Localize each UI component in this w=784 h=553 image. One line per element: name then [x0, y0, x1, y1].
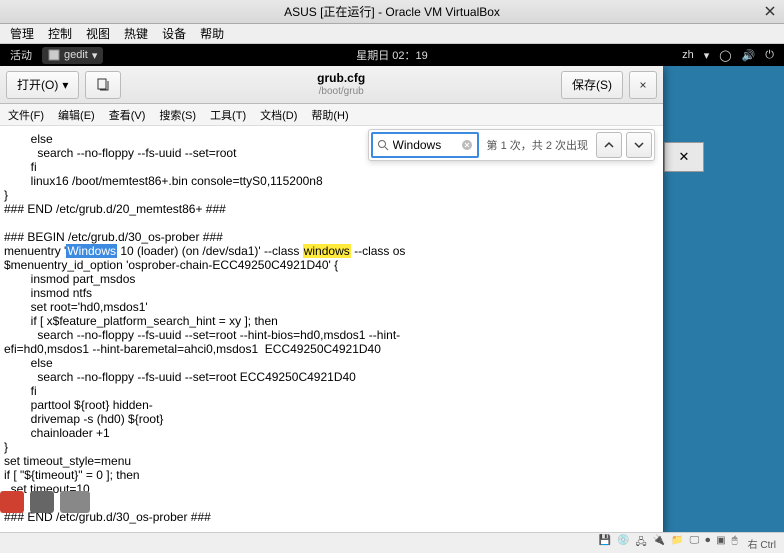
- background-window-close[interactable]: ✕: [664, 142, 704, 172]
- chevron-down-icon: ▾: [92, 49, 98, 62]
- menu-view[interactable]: 查看(V): [109, 107, 146, 123]
- chevron-down-icon: [634, 140, 644, 150]
- menu-tools[interactable]: 工具(T): [210, 107, 246, 123]
- network-icon[interactable]: 🖧: [636, 535, 647, 552]
- header-title-box: grub.cfg /boot/grub: [127, 71, 555, 97]
- search-bar: 第 1 次，共 2 次出现: [368, 129, 655, 161]
- chevron-down-icon: ▾: [62, 78, 68, 92]
- search-match: windows: [303, 244, 351, 258]
- search-input[interactable]: [393, 138, 457, 152]
- activities-button[interactable]: 活动: [10, 47, 32, 63]
- dash: [0, 487, 90, 513]
- gnome-topbar: 活动 gedit ▾ 星期日 02：19 zh ▾ ◯ 🔊 ⏻: [0, 44, 784, 66]
- dash-app-1[interactable]: [0, 491, 24, 513]
- vbox-status-icons: 💾 💿 🖧 🔌 📁 🖵 ⏺ ▣ 🖱: [599, 535, 738, 552]
- search-result-count: 第 1 次，共 2 次出现: [487, 137, 588, 153]
- gedit-menubar: 文件(F) 编辑(E) 查看(V) 搜索(S) 工具(T) 文档(D) 帮助(H…: [0, 104, 663, 126]
- document-title: grub.cfg: [127, 71, 555, 85]
- vbox-menu-view[interactable]: 视图: [86, 25, 110, 42]
- app-name: gedit: [64, 49, 88, 61]
- vbox-statusbar: 💾 💿 🖧 🔌 📁 🖵 ⏺ ▣ 🖱 右 Ctrl: [0, 532, 784, 553]
- vbox-menu-manage[interactable]: 管理: [10, 25, 34, 42]
- shared-folder-icon[interactable]: 📁: [671, 535, 683, 552]
- dash-app-2[interactable]: [30, 491, 54, 513]
- open-button[interactable]: 打开(O) ▾: [6, 71, 79, 99]
- dash-app-3[interactable]: [60, 491, 90, 513]
- current-app-indicator[interactable]: gedit ▾: [42, 47, 103, 64]
- clock[interactable]: 星期日 02：19: [356, 47, 428, 63]
- search-icon: [377, 139, 389, 151]
- volume-icon[interactable]: 🔊: [742, 49, 756, 62]
- gedit-headerbar: 打开(O) ▾ grub.cfg /boot/grub 保存(S): [0, 66, 663, 104]
- menu-search[interactable]: 搜索(S): [159, 107, 196, 123]
- close-icon: [640, 80, 646, 90]
- search-match-selected: Windows: [66, 244, 117, 258]
- search-next-button[interactable]: [626, 132, 652, 158]
- search-prev-button[interactable]: [596, 132, 622, 158]
- menu-file[interactable]: 文件(F): [8, 107, 44, 123]
- gedit-app-icon: [48, 49, 60, 61]
- menu-edit[interactable]: 编辑(E): [58, 107, 95, 123]
- vbox-menu-help[interactable]: 帮助: [200, 25, 224, 42]
- editor-area[interactable]: else search --no-floppy --fs-uuid --set=…: [0, 126, 663, 534]
- display-icon[interactable]: 🖵: [690, 535, 700, 552]
- window-close-button[interactable]: [629, 71, 657, 99]
- vbox-menu-control[interactable]: 控制: [48, 25, 72, 42]
- usb-icon[interactable]: 🔌: [653, 535, 665, 552]
- input-language[interactable]: zh: [682, 49, 694, 61]
- chevron-up-icon: [604, 140, 614, 150]
- save-button[interactable]: 保存(S): [561, 71, 623, 99]
- power-icon[interactable]: ⏻: [765, 49, 774, 62]
- new-document-icon: [96, 78, 110, 92]
- vbox-menubar: 管理 控制 视图 热键 设备 帮助: [0, 24, 784, 44]
- vbox-menu-devices[interactable]: 设备: [162, 25, 186, 42]
- cpu-icon[interactable]: ▣: [716, 535, 725, 552]
- hdd-icon[interactable]: 💾: [599, 535, 611, 552]
- a11y-icon[interactable]: ◯: [719, 49, 731, 62]
- optical-icon[interactable]: 💿: [617, 535, 629, 552]
- recording-icon[interactable]: ⏺: [705, 535, 710, 552]
- menu-help[interactable]: 帮助(H): [311, 107, 348, 123]
- search-field-container: [371, 132, 479, 158]
- new-tab-button[interactable]: [85, 71, 121, 99]
- document-path: /boot/grub: [127, 86, 555, 98]
- mouse-icon[interactable]: 🖱: [732, 535, 738, 552]
- guest-desktop: ✕ 打开(O) ▾ grub.cfg /boot/grub 保存(S) 文件(F…: [0, 66, 784, 534]
- host-key-label: 右 Ctrl: [748, 536, 776, 551]
- menu-documents[interactable]: 文档(D): [260, 107, 297, 123]
- code-content[interactable]: else search --no-floppy --fs-uuid --set=…: [0, 126, 663, 534]
- vbox-menu-hotkeys[interactable]: 热键: [124, 25, 148, 42]
- vbox-title: ASUS [正在运行] - Oracle VM VirtualBox: [284, 3, 500, 20]
- clear-icon[interactable]: [461, 139, 473, 151]
- vbox-titlebar: ASUS [正在运行] - Oracle VM VirtualBox: [0, 0, 784, 24]
- vbox-close-button[interactable]: [762, 3, 778, 19]
- gedit-window: 打开(O) ▾ grub.cfg /boot/grub 保存(S) 文件(F) …: [0, 66, 663, 534]
- close-icon: [765, 6, 775, 16]
- chevron-down-icon: ▾: [704, 49, 710, 62]
